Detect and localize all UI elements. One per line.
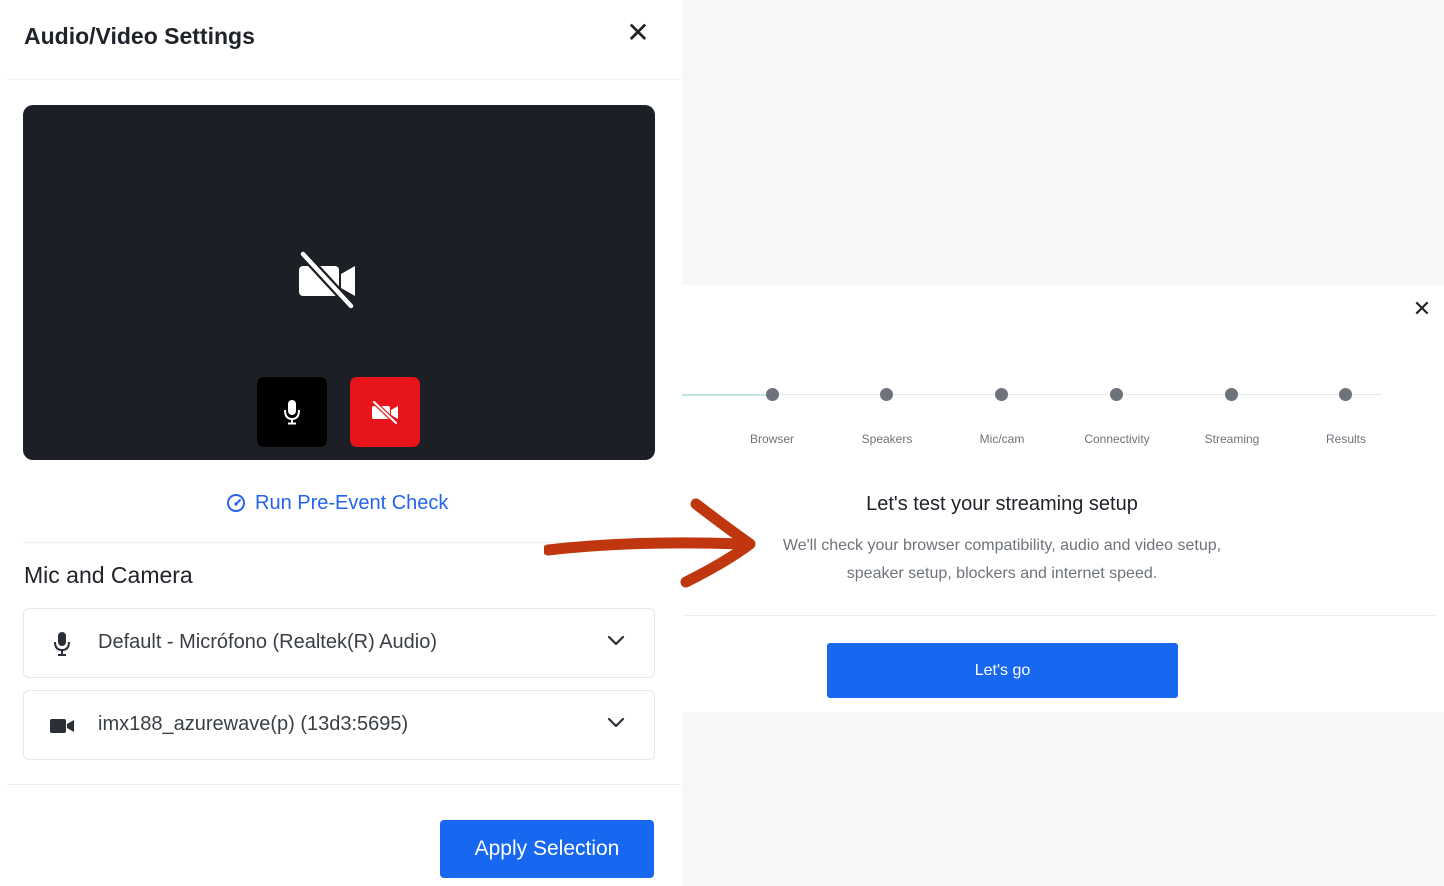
microphone-icon <box>48 630 76 658</box>
progress-track-completed <box>682 394 772 396</box>
microphone-select-value: Default - Micrófono (Realtek(R) Audio) <box>98 631 438 653</box>
camera-select-value: imx188_azurewave(p) (13d3:5695) <box>98 713 409 735</box>
video-preview <box>23 105 655 460</box>
background-panel <box>682 0 1444 285</box>
chevron-down-icon <box>607 717 625 728</box>
camera-off-icon <box>371 399 399 425</box>
step-label-results: Results <box>1325 432 1366 446</box>
apply-selection-button[interactable]: Apply Selection <box>440 820 654 878</box>
step-dot-mic-cam <box>995 388 1008 401</box>
step-label-mic-cam: Mic/cam <box>979 432 1025 446</box>
camera-select[interactable]: imx188_azurewave(p) (13d3:5695) <box>23 690 655 760</box>
background-panel <box>682 712 1444 886</box>
streaming-check-description: We'll check your browser compatibility, … <box>782 537 1222 582</box>
chevron-down-icon <box>607 635 625 646</box>
close-icon[interactable]: ✕ <box>1410 297 1434 321</box>
section-title: Mic and Camera <box>24 562 193 588</box>
step-dot-results <box>1339 388 1352 401</box>
lets-go-button[interactable]: Let's go <box>827 643 1178 698</box>
streaming-check-panel: ✕ Browser Speakers Mic/cam Connectivity … <box>682 285 1444 712</box>
step-label-speakers: Speakers <box>861 432 913 446</box>
audio-video-settings-dialog: Audio/Video Settings ✕ Run Pre-Event Che… <box>7 10 681 886</box>
microphone-select[interactable]: Default - Micrófono (Realtek(R) Audio) <box>23 608 655 678</box>
mute-microphone-button[interactable] <box>257 377 327 447</box>
step-label-streaming: Streaming <box>1204 432 1260 446</box>
microphone-icon <box>284 400 300 425</box>
step-label-connectivity: Connectivity <box>1084 432 1150 446</box>
dialog-header: Audio/Video Settings ✕ <box>7 10 681 80</box>
video-camera-icon <box>48 712 76 740</box>
arrow-annotation <box>544 498 756 588</box>
step-dot-streaming <box>1225 388 1238 401</box>
divider <box>7 784 681 785</box>
camera-off-icon <box>298 249 356 311</box>
speedometer-icon <box>227 494 245 512</box>
run-pre-event-check-link[interactable]: Run Pre-Event Check <box>225 488 448 518</box>
pre-event-check-label: Run Pre-Event Check <box>255 491 449 514</box>
step-label-browser: Browser <box>749 432 794 446</box>
step-dot-connectivity <box>1110 388 1123 401</box>
divider <box>682 615 1436 616</box>
toggle-camera-button[interactable] <box>350 377 420 447</box>
dialog-title: Audio/Video Settings <box>24 23 255 49</box>
progress-track <box>682 394 1382 395</box>
step-dot-speakers <box>880 388 893 401</box>
step-dot-browser <box>766 388 779 401</box>
close-icon[interactable]: ✕ <box>623 18 653 48</box>
streaming-check-heading: Let's test your streaming setup <box>866 493 1138 515</box>
